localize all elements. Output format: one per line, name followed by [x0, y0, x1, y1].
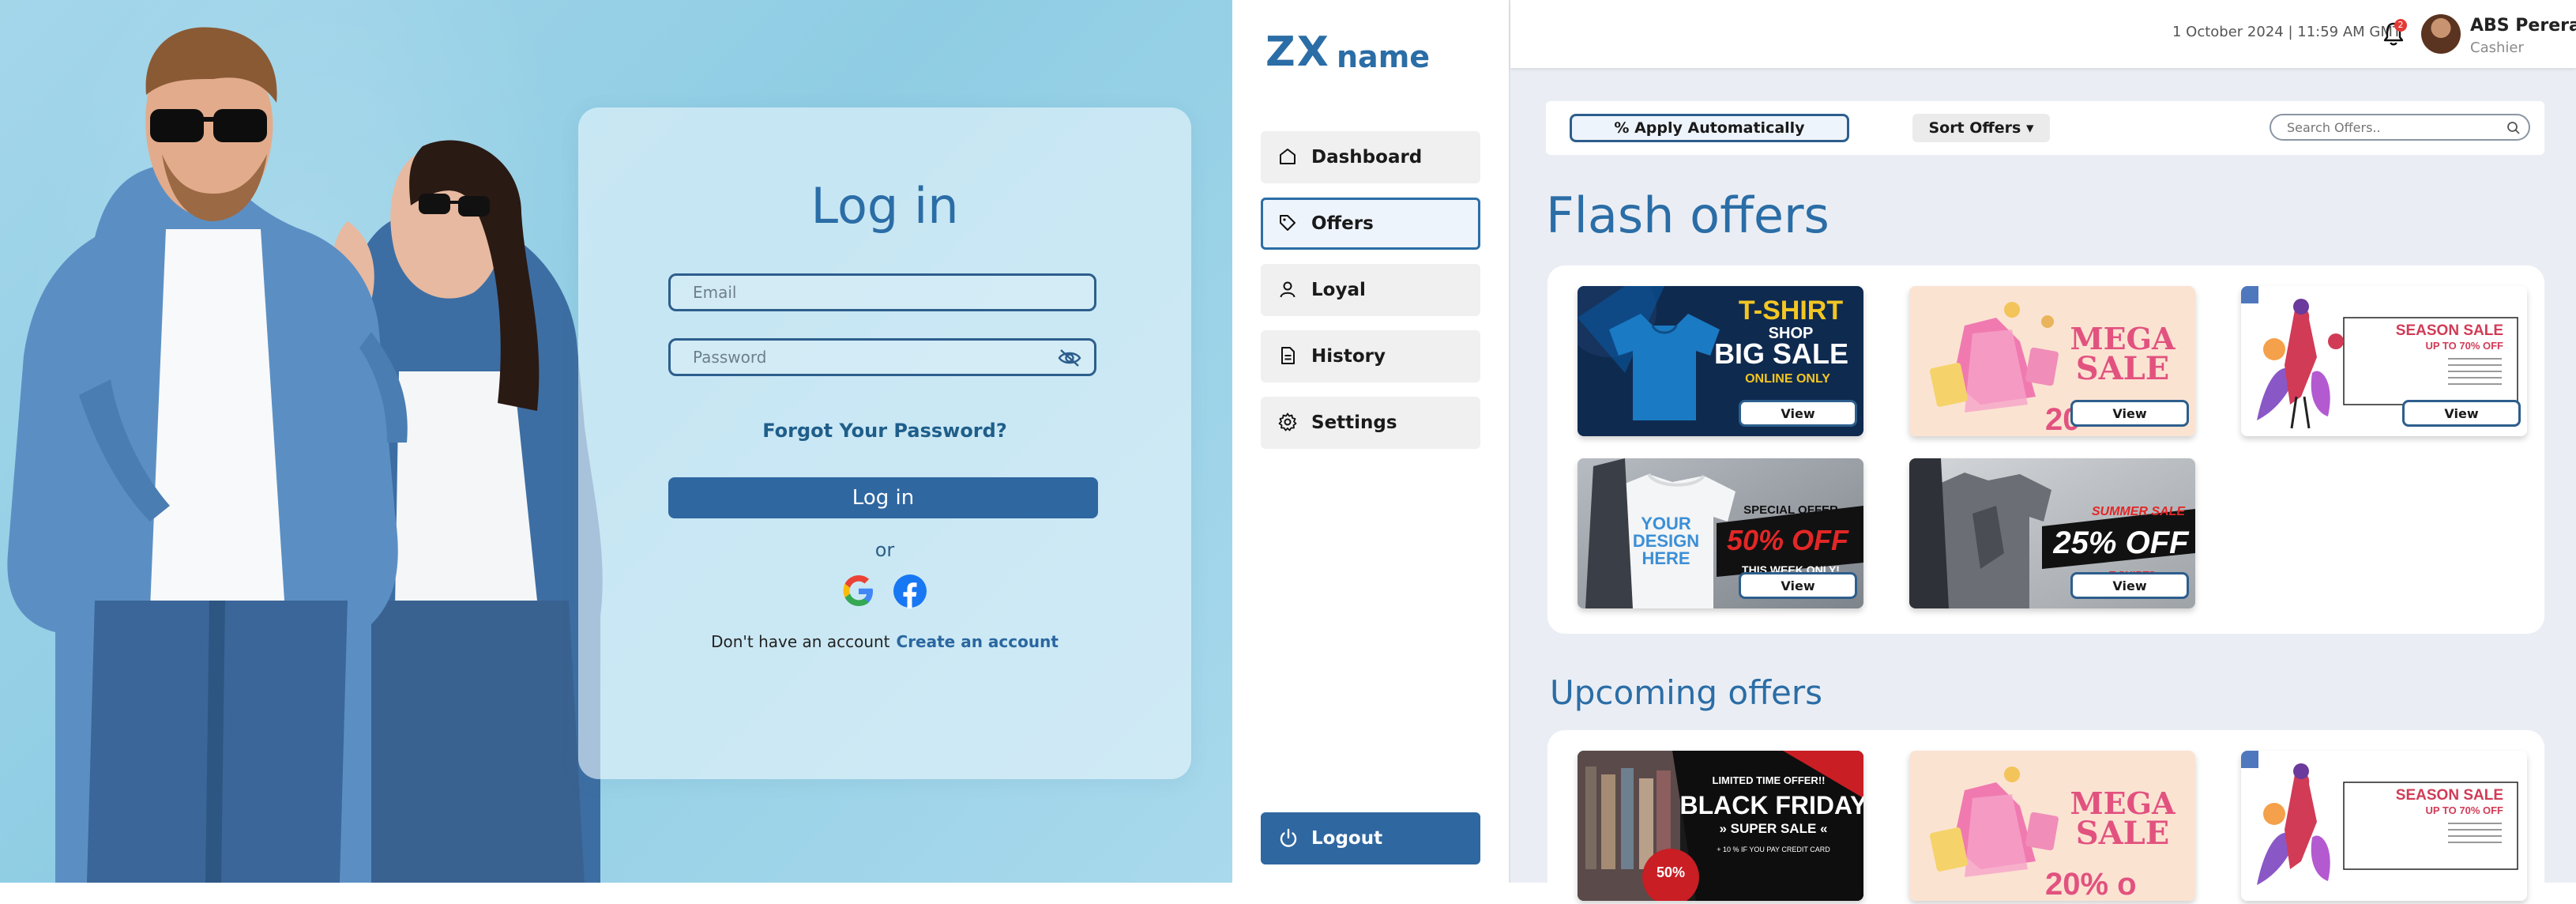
banner-text: 20% o — [2045, 867, 2137, 901]
logout-button[interactable]: Logout — [1261, 812, 1480, 864]
search-icon[interactable] — [2506, 121, 2521, 135]
mega-sale-banner: MEGA SALE 20% o — [1909, 751, 2195, 901]
sidebar-item-label: History — [1311, 346, 1386, 367]
create-account-link[interactable]: Create an account — [897, 632, 1059, 651]
home-icon — [1280, 149, 1296, 164]
gear-icon — [1278, 412, 1297, 431]
email-field[interactable] — [668, 273, 1096, 311]
login-screen: Log in Forgot Your Password? Log in or — [0, 0, 1232, 883]
banner-text: SEASON SALE — [2396, 322, 2503, 339]
brand-name: name — [1337, 40, 1431, 74]
banner-text: SALE — [2076, 815, 2170, 852]
banner-text: + 10 % IF YOU PAY CREDIT CARD — [1717, 846, 1830, 853]
password-input[interactable] — [671, 341, 1094, 374]
password-field[interactable] — [668, 338, 1096, 376]
banner-text: 50% — [1657, 864, 1685, 880]
offer-card-mega-sale[interactable]: MEGA SALE 20 View — [1909, 286, 2195, 436]
view-offer-button[interactable]: View — [2070, 572, 2189, 599]
facebook-icon[interactable] — [893, 574, 927, 608]
offer-card-special-offer-50[interactable]: YOUR DESIGN HERE SPECIAL OFFER 50% OFF T… — [1578, 458, 1863, 608]
banner-text: ONLINE ONLY — [1745, 372, 1830, 386]
banner-text: UP TO 70% OFF — [2426, 340, 2504, 352]
sidebar-item-label: Settings — [1311, 412, 1397, 433]
banner-text: T-SHIRT — [1739, 296, 1843, 326]
upcoming-offers-panel: LIMITED TIME OFFER!! BLACK FRIDAY » SUPE… — [1547, 730, 2544, 904]
document-icon — [1281, 347, 1295, 364]
power-icon — [1280, 828, 1297, 847]
eye-off-icon[interactable] — [1058, 348, 1081, 367]
signup-prompt: Don't have an account Create an account — [578, 632, 1191, 651]
view-offer-button[interactable]: View — [1739, 572, 1857, 599]
offer-card-black-friday[interactable]: LIMITED TIME OFFER!! BLACK FRIDAY » SUPE… — [1578, 751, 1863, 901]
brand-logo: ZX — [1265, 28, 1330, 76]
avatar[interactable] — [2421, 14, 2461, 54]
sort-offers-dropdown[interactable]: Sort Offers ▾ — [1912, 114, 2050, 142]
offer-card-season-sale[interactable]: SEASON SALE UP TO 70% OFF View — [2241, 286, 2527, 436]
user-icon — [1280, 281, 1296, 298]
sidebar-item-loyal-customers[interactable]: Loyal Customers — [1261, 264, 1480, 352]
banner-text: SPECIAL OFFER — [1743, 503, 1838, 517]
login-button[interactable]: Log in — [668, 477, 1098, 518]
google-icon[interactable] — [841, 574, 876, 608]
no-account-text: Don't have an account — [711, 632, 890, 651]
sidebar-item-dashboard[interactable]: Dashboard — [1261, 131, 1480, 183]
offer-card-summer-sale-25[interactable]: SUMMER SALE 25% OFF on T-SHIRTS View — [1909, 458, 2195, 608]
black-friday-banner: LIMITED TIME OFFER!! BLACK FRIDAY » SUPE… — [1578, 751, 1863, 901]
banner-text: HERE — [1641, 548, 1690, 568]
flash-offers-panel: T-SHIRT SHOP BIG SALE ONLINE ONLY View M… — [1547, 266, 2544, 634]
datetime-display: 1 October 2024 | 11:59 AM GMT — [2172, 24, 2401, 40]
banner-text: SUMMER SALE — [2092, 505, 2187, 518]
banner-text: UP TO 70% OFF — [2426, 804, 2504, 816]
offer-card-tshirt-big-sale[interactable]: T-SHIRT SHOP BIG SALE ONLINE ONLY View — [1578, 286, 1863, 436]
sidebar: ZX name Dashboard Offers Loyal Customers… — [1232, 0, 1510, 883]
sidebar-item-label: Offers — [1311, 213, 1374, 234]
login-title: Log in — [810, 177, 959, 235]
offer-card-mega-sale-upcoming[interactable]: MEGA SALE 20% o — [1909, 751, 2195, 901]
banner-text: SALE — [2076, 350, 2170, 387]
user-name: ABS Perera — [2470, 16, 2576, 36]
view-offer-button[interactable]: View — [1739, 400, 1857, 427]
apply-automatically-button[interactable]: % Apply Automatically — [1570, 114, 1849, 142]
banner-text: BLACK FRIDAY — [1679, 791, 1863, 819]
banner-text: 25% OFF — [2052, 525, 2190, 560]
hero-couple-photo — [7, 27, 603, 883]
sidebar-item-label: Dashboard — [1311, 147, 1423, 168]
banner-text: LIMITED TIME OFFER!! — [1713, 774, 1826, 786]
banner-text: SEASON SALE — [2396, 787, 2503, 804]
email-input[interactable] — [671, 276, 1094, 309]
flash-offers-title: Flash offers — [1546, 186, 1830, 244]
search-box[interactable] — [2270, 114, 2530, 141]
user-role: Cashier — [2470, 40, 2524, 56]
top-bar: 1 October 2024 | 11:59 AM GMT 2 ABS Pere… — [1510, 0, 2576, 68]
sidebar-item-offers[interactable]: Offers — [1261, 198, 1480, 250]
search-input[interactable] — [2271, 115, 2529, 139]
offer-card-season-sale-upcoming[interactable]: SEASON SALE UP TO 70% OFF — [2241, 751, 2527, 901]
sidebar-item-history[interactable]: History — [1261, 330, 1480, 382]
tag-icon — [1280, 215, 1296, 231]
banner-text: BIG SALE — [1714, 337, 1848, 370]
offers-toolbar: % Apply Automatically Sort Offers ▾ — [1546, 101, 2544, 155]
season-sale-banner: SEASON SALE UP TO 70% OFF — [2241, 751, 2527, 901]
view-offer-button[interactable]: View — [2402, 400, 2521, 427]
upcoming-offers-title: Upcoming offers — [1550, 673, 1823, 712]
sidebar-item-settings[interactable]: Settings — [1261, 397, 1480, 449]
or-separator: or — [874, 539, 895, 561]
logout-label: Logout — [1311, 828, 1383, 849]
banner-text: 50% OFF — [1727, 524, 1849, 556]
view-offer-button[interactable]: View — [2070, 400, 2189, 427]
login-card: Log in Forgot Your Password? Log in or — [578, 107, 1191, 779]
banner-text: » SUPER SALE « — [1720, 821, 1828, 836]
forgot-password-link[interactable]: Forgot Your Password? — [578, 420, 1191, 442]
offers-dashboard: ZX name Dashboard Offers Loyal Customers… — [1232, 0, 2576, 904]
notification-badge: 2 — [2394, 19, 2407, 32]
man-figure — [7, 27, 408, 883]
